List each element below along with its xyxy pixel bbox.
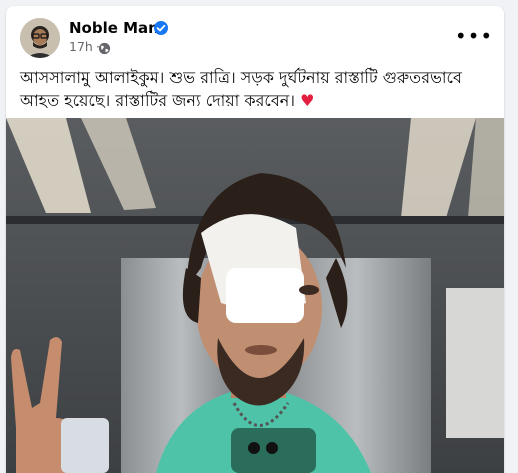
author-avatar[interactable] <box>20 18 60 58</box>
post-timestamp[interactable]: 17h <box>69 39 93 54</box>
more-options-icon[interactable]: ••• <box>455 24 492 48</box>
elevator-selfie-image <box>6 118 504 473</box>
post-card: Noble Man 17h · ••• আসসালামু আলাইকুম। শুভ… <box>6 6 504 473</box>
globe-icon[interactable] <box>98 40 111 55</box>
avatar-image <box>20 18 60 58</box>
verified-badge-icon <box>154 21 168 35</box>
post-caption: আসসালামু আলাইকুম। শুভ রাত্রি। সড়ক দুর্ঘ… <box>20 66 492 112</box>
caption-text: আসসালামু আলাইকুম। শুভ রাত্রি। সড়ক দুর্ঘ… <box>20 68 462 110</box>
post-photo[interactable] <box>6 118 504 473</box>
author-name[interactable]: Noble Man <box>69 19 159 37</box>
heart-emoji-icon: ♥ <box>300 91 315 110</box>
